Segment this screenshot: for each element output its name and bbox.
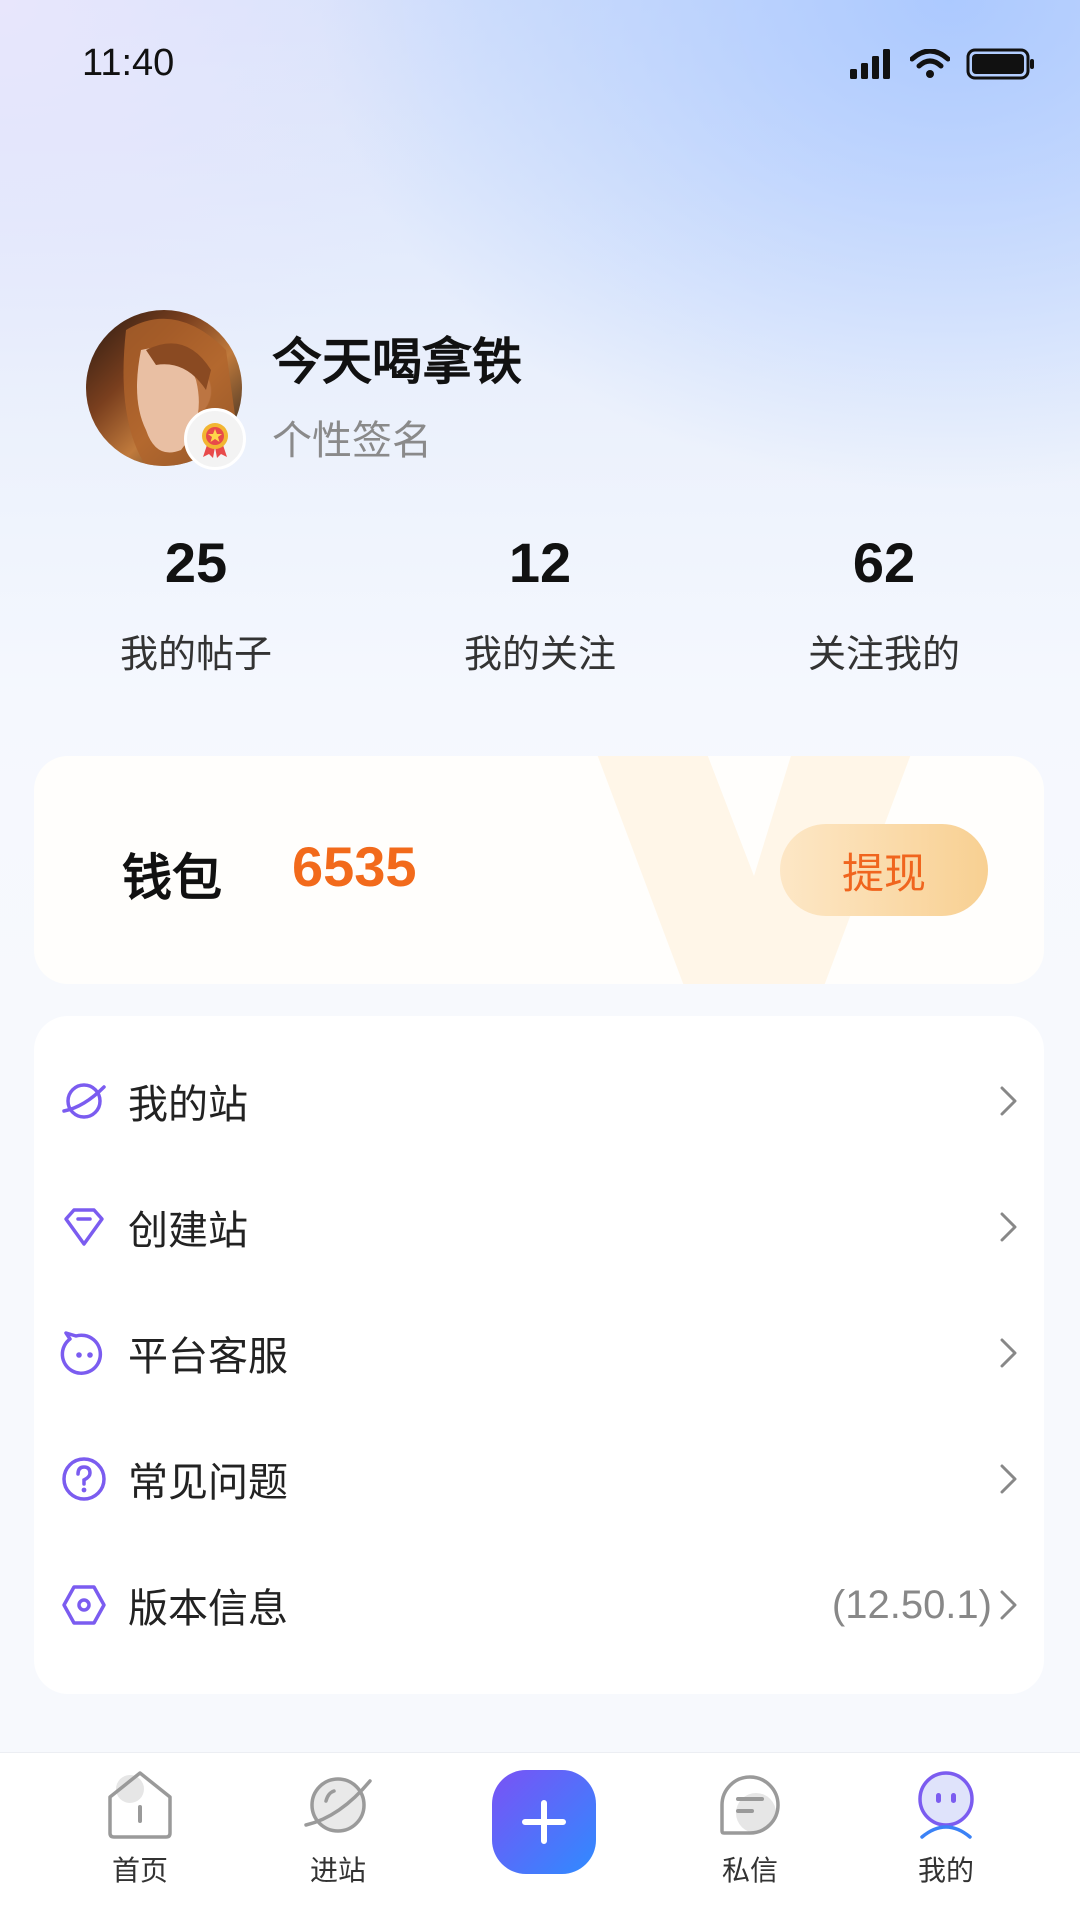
tab-label: 首页 (111, 1854, 168, 1887)
add-post-button[interactable] (492, 1770, 596, 1874)
menu-item-customer-service[interactable]: 平台客服 (34, 1290, 1044, 1416)
hexagon-icon (62, 1585, 106, 1625)
wallet-balance: 6535 (292, 835, 417, 898)
stat-value: 25 (164, 531, 228, 594)
stat-label: 我的帖子 (119, 632, 272, 676)
signal-icon (850, 49, 890, 79)
username: 今天喝拿铁 (272, 333, 522, 391)
chevron-right-icon (1000, 1086, 1017, 1116)
menu-label: 创建站 (128, 1208, 248, 1254)
stat-label: 关注我的 (807, 632, 960, 676)
menu-item-version-info[interactable]: 版本信息 (12.50.1) (34, 1542, 1044, 1668)
signature[interactable]: 个性签名 (272, 408, 432, 466)
tab-label: 进站 (309, 1854, 366, 1887)
withdraw-button[interactable]: 提现 (780, 824, 988, 916)
home-icon (108, 1771, 172, 1839)
planet-icon (62, 1083, 106, 1119)
stat-my-posts[interactable]: 25 我的帖子 (71, 530, 321, 678)
stat-followers[interactable]: 62 关注我的 (759, 530, 1009, 678)
stat-value: 62 (852, 531, 916, 594)
tab-messages[interactable]: 私信 (670, 1767, 830, 1889)
menu-card: 我的站 创建站 平台客服 常见问题 版本信息 (12.50.1) (34, 1016, 1044, 1694)
chevron-right-icon (1000, 1212, 1017, 1242)
menu-label: 我的站 (128, 1082, 248, 1128)
stat-my-following[interactable]: 12 我的关注 (415, 530, 665, 678)
tab-mine[interactable]: 我的 (866, 1767, 1026, 1889)
service-face-icon (60, 1331, 103, 1375)
menu-item-create-station[interactable]: 创建站 (34, 1164, 1044, 1290)
menu-label: 平台客服 (128, 1334, 288, 1380)
stat-label: 我的关注 (463, 632, 616, 676)
version-number: (12.50.1) (831, 1582, 992, 1627)
chevron-right-icon (1000, 1464, 1017, 1494)
stat-value: 12 (508, 531, 572, 594)
menu-label: 常见问题 (128, 1460, 288, 1506)
tab-enter-station[interactable]: 进站 (258, 1767, 418, 1889)
planet-icon (304, 1777, 372, 1833)
plus-icon (522, 1800, 566, 1844)
wifi-icon (910, 49, 950, 78)
medal-badge-icon (184, 408, 246, 470)
profile-icon (918, 1771, 974, 1839)
menu-label: 版本信息 (128, 1586, 288, 1632)
battery-icon (966, 48, 1034, 80)
status-icons (850, 48, 1036, 80)
wallet-card[interactable]: 钱包 6535 提现 (34, 756, 1044, 984)
question-icon (62, 1457, 106, 1501)
menu-item-faq[interactable]: 常见问题 (34, 1416, 1044, 1542)
menu-item-my-station[interactable]: 我的站 (34, 1038, 1044, 1164)
message-icon (720, 1775, 780, 1835)
status-time: 11:40 (82, 42, 175, 84)
tab-label: 私信 (721, 1854, 778, 1887)
tab-home[interactable]: 首页 (60, 1767, 220, 1889)
diamond-icon (64, 1208, 104, 1246)
tab-label: 我的 (917, 1854, 974, 1887)
chevron-right-icon (1000, 1338, 1017, 1368)
wallet-title: 钱包 (122, 849, 222, 907)
chevron-right-icon (1000, 1590, 1017, 1620)
